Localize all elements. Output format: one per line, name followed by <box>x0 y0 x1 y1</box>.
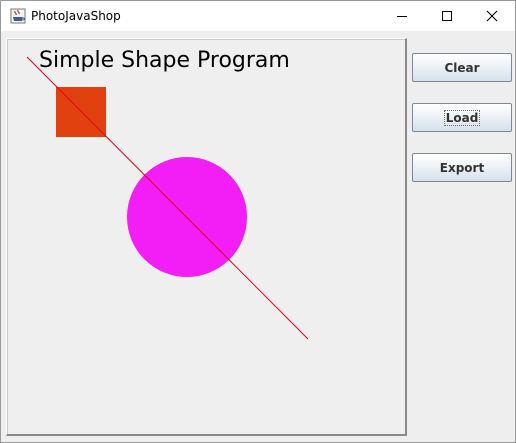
window-title: PhotoJavaShop <box>31 9 121 23</box>
line-shape[interactable] <box>26 56 309 340</box>
app-window: PhotoJavaShop Simple Shape Program Clear… <box>0 0 516 443</box>
maximize-button[interactable] <box>424 1 470 31</box>
load-button-label: Load <box>443 109 481 126</box>
java-cup-icon <box>10 8 26 24</box>
canvas-title: Simple Shape Program <box>39 48 290 73</box>
drawing-canvas[interactable]: Simple Shape Program <box>6 38 407 436</box>
export-button[interactable]: Export <box>412 153 512 182</box>
canvas-drawing: Simple Shape Program <box>26 48 309 340</box>
minimize-icon <box>396 7 408 26</box>
maximize-icon <box>441 7 453 26</box>
minimize-button[interactable] <box>379 1 425 31</box>
title-bar[interactable]: PhotoJavaShop <box>1 1 515 31</box>
close-button[interactable] <box>469 1 515 31</box>
clear-button[interactable]: Clear <box>412 53 512 82</box>
close-icon <box>486 7 498 26</box>
load-button[interactable]: Load <box>412 103 512 132</box>
square-shape[interactable] <box>56 87 106 137</box>
